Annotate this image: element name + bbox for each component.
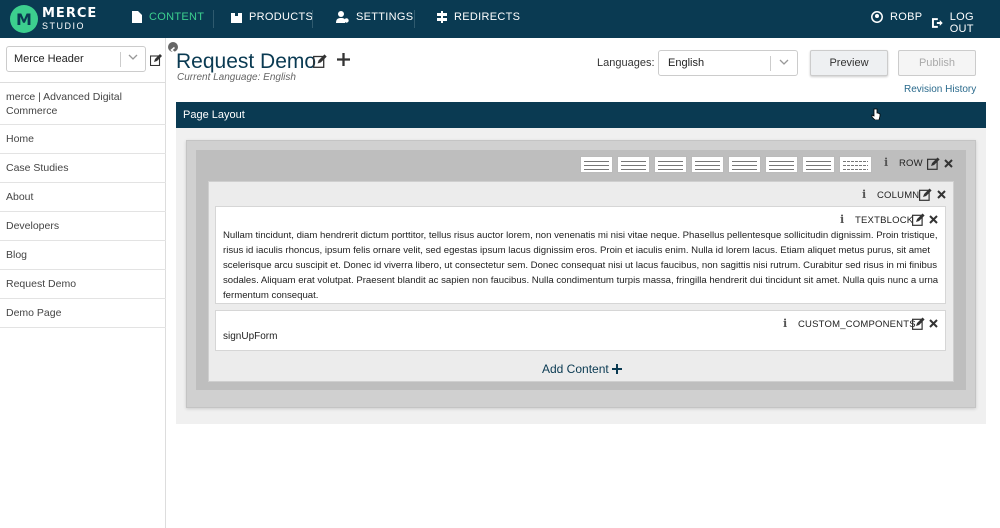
row-edit-icon[interactable] — [927, 157, 940, 170]
user-gear-icon — [336, 11, 349, 23]
page-list: merce | Advanced Digital Commerce Home C… — [0, 82, 166, 328]
sidebar-item-label: merce | Advanced Digital Commerce — [6, 90, 122, 117]
select-divider — [120, 52, 121, 67]
row-close-icon[interactable] — [944, 159, 953, 168]
publish-button[interactable]: Publish — [898, 50, 976, 76]
chevron-down-icon — [779, 59, 789, 65]
logo-mark: M — [10, 5, 38, 33]
layout-3-col-icon[interactable] — [691, 156, 724, 173]
custom-close-icon[interactable] — [929, 319, 938, 328]
logout-icon — [931, 18, 943, 28]
nav-settings-label: SETTINGS — [356, 11, 414, 23]
textblock-close-icon[interactable] — [929, 215, 938, 224]
sidebar-item-case-studies[interactable]: Case Studies — [0, 154, 166, 183]
sidebar-item-developers[interactable]: Developers — [0, 212, 166, 241]
sidebar-item-request-demo[interactable]: Request Demo — [0, 270, 166, 299]
layout-1-col-icon[interactable] — [580, 156, 613, 173]
add-content-button[interactable]: Add Content — [542, 362, 622, 376]
language-select-value: English — [668, 57, 705, 69]
logo-line2: STUDIO — [42, 21, 86, 31]
languages-label: Languages: — [597, 57, 655, 69]
sidebar-item-label: Case Studies — [6, 162, 69, 174]
nav-content[interactable]: CONTENT — [132, 11, 204, 23]
layout-2-col-icon[interactable] — [617, 156, 650, 173]
page-title: Request Demo — [176, 50, 317, 73]
custom-component[interactable] — [215, 310, 946, 351]
sidebar-item-label: Developers — [6, 220, 60, 232]
textblock-edit-icon[interactable] — [912, 213, 925, 226]
merce-studio-logo[interactable]: M MERCE STUDIO — [10, 5, 97, 33]
page-layout-header: Page Layout — [176, 102, 986, 128]
pointer-cursor-icon — [871, 108, 881, 120]
sidebar-item-demo-page[interactable]: Demo Page — [0, 299, 166, 328]
textblock-info-icon[interactable]: i — [840, 213, 844, 226]
layout-4-col-icon[interactable] — [765, 156, 798, 173]
box-icon — [231, 11, 242, 23]
column-close-icon[interactable] — [937, 190, 946, 199]
select-divider — [770, 56, 771, 71]
column-info-icon[interactable]: i — [862, 188, 866, 201]
row-info-icon[interactable]: i — [884, 156, 888, 169]
row-label: ROW — [899, 158, 923, 169]
sidebar-item-home[interactable]: Home — [0, 125, 166, 154]
custom-info-icon[interactable]: i — [783, 317, 787, 330]
user-menu[interactable]: ROBP — [871, 11, 922, 23]
top-navbar: M MERCE STUDIO CONTENT PRODUCTS SETTINGS… — [0, 0, 1000, 38]
textblock-content: Nullam tincidunt, diam hendrerit dictum … — [223, 230, 939, 301]
custom-edit-icon[interactable] — [912, 317, 925, 330]
sidebar-item-about[interactable]: About — [0, 183, 166, 212]
revision-history-link[interactable]: Revision History — [904, 84, 976, 95]
nav-content-label: CONTENT — [149, 11, 205, 23]
logout-button[interactable]: LOG OUT — [931, 11, 1000, 35]
chevron-down-icon — [128, 54, 138, 60]
nav-divider — [312, 10, 313, 28]
nav-redirects-label: REDIRECTS — [454, 11, 521, 23]
header-select-value: Merce Header — [14, 53, 84, 65]
nav-products[interactable]: PRODUCTS — [231, 11, 313, 23]
nav-divider — [414, 10, 415, 28]
textblock-label: TEXTBLOCK — [855, 215, 914, 226]
nav-settings[interactable]: SETTINGS — [336, 11, 413, 23]
sidebar-item-label: Request Demo — [6, 278, 77, 290]
edit-icon[interactable] — [150, 54, 162, 66]
nav-redirects[interactable]: REDIRECTS — [437, 11, 520, 23]
page-layout-label: Page Layout — [183, 109, 245, 121]
sidebar-item-label: Blog — [6, 249, 28, 261]
signpost-icon — [437, 11, 447, 23]
logout-label: LOG OUT — [949, 11, 974, 35]
current-language: Current Language: English — [177, 72, 296, 83]
logo-line1: MERCE — [42, 6, 98, 21]
sidebar: Merce Header merce | Advanced Digital Co… — [0, 38, 166, 528]
layout-2-col-wide-icon[interactable] — [654, 156, 687, 173]
custom-component-value: signUpForm — [223, 331, 278, 342]
preview-button[interactable]: Preview — [810, 50, 888, 76]
document-icon — [132, 11, 142, 23]
sidebar-item-label: About — [6, 191, 34, 203]
sidebar-item-blog[interactable]: Blog — [0, 241, 166, 270]
custom-components-label: CUSTOM_COMPONENTS — [798, 319, 916, 330]
sidebar-item-label: Home — [6, 133, 35, 145]
header-select[interactable]: Merce Header — [6, 46, 146, 72]
username: ROBP — [890, 11, 923, 23]
add-icon[interactable] — [337, 53, 350, 66]
layout-6-col-icon[interactable] — [839, 156, 872, 173]
plus-icon — [611, 364, 622, 374]
column-edit-icon[interactable] — [919, 188, 932, 201]
add-content-label: Add Content — [542, 362, 609, 376]
column-label: COLUMN — [877, 190, 920, 201]
layout-3-col-wide-icon[interactable] — [728, 156, 761, 173]
layout-5-col-icon[interactable] — [802, 156, 835, 173]
language-select[interactable]: English — [658, 50, 798, 76]
nav-divider — [213, 10, 214, 28]
user-circle-icon — [871, 11, 883, 23]
edit-title-icon[interactable] — [313, 54, 327, 68]
sidebar-item-label: Demo Page — [6, 307, 62, 319]
nav-products-label: PRODUCTS — [249, 11, 314, 23]
sidebar-item-home-commerce[interactable]: merce | Advanced Digital Commerce — [0, 83, 166, 125]
